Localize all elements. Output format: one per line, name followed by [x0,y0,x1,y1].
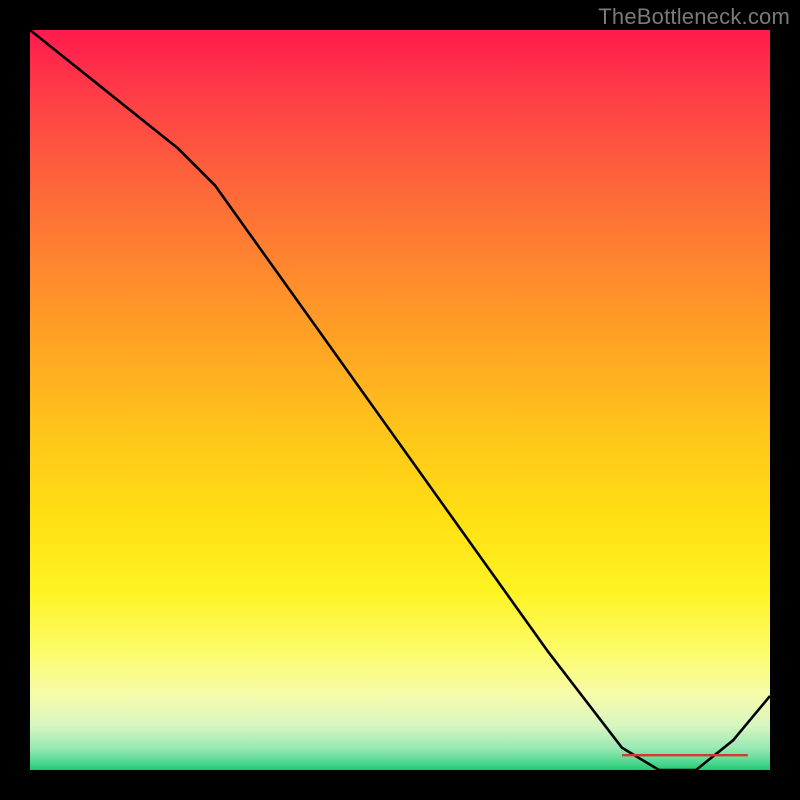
chart-frame: TheBottleneck.com [0,0,800,800]
chart-svg [30,30,770,770]
plot-area [30,30,770,770]
bottleneck-curve-line [30,30,770,770]
watermark-text: TheBottleneck.com [598,4,790,30]
